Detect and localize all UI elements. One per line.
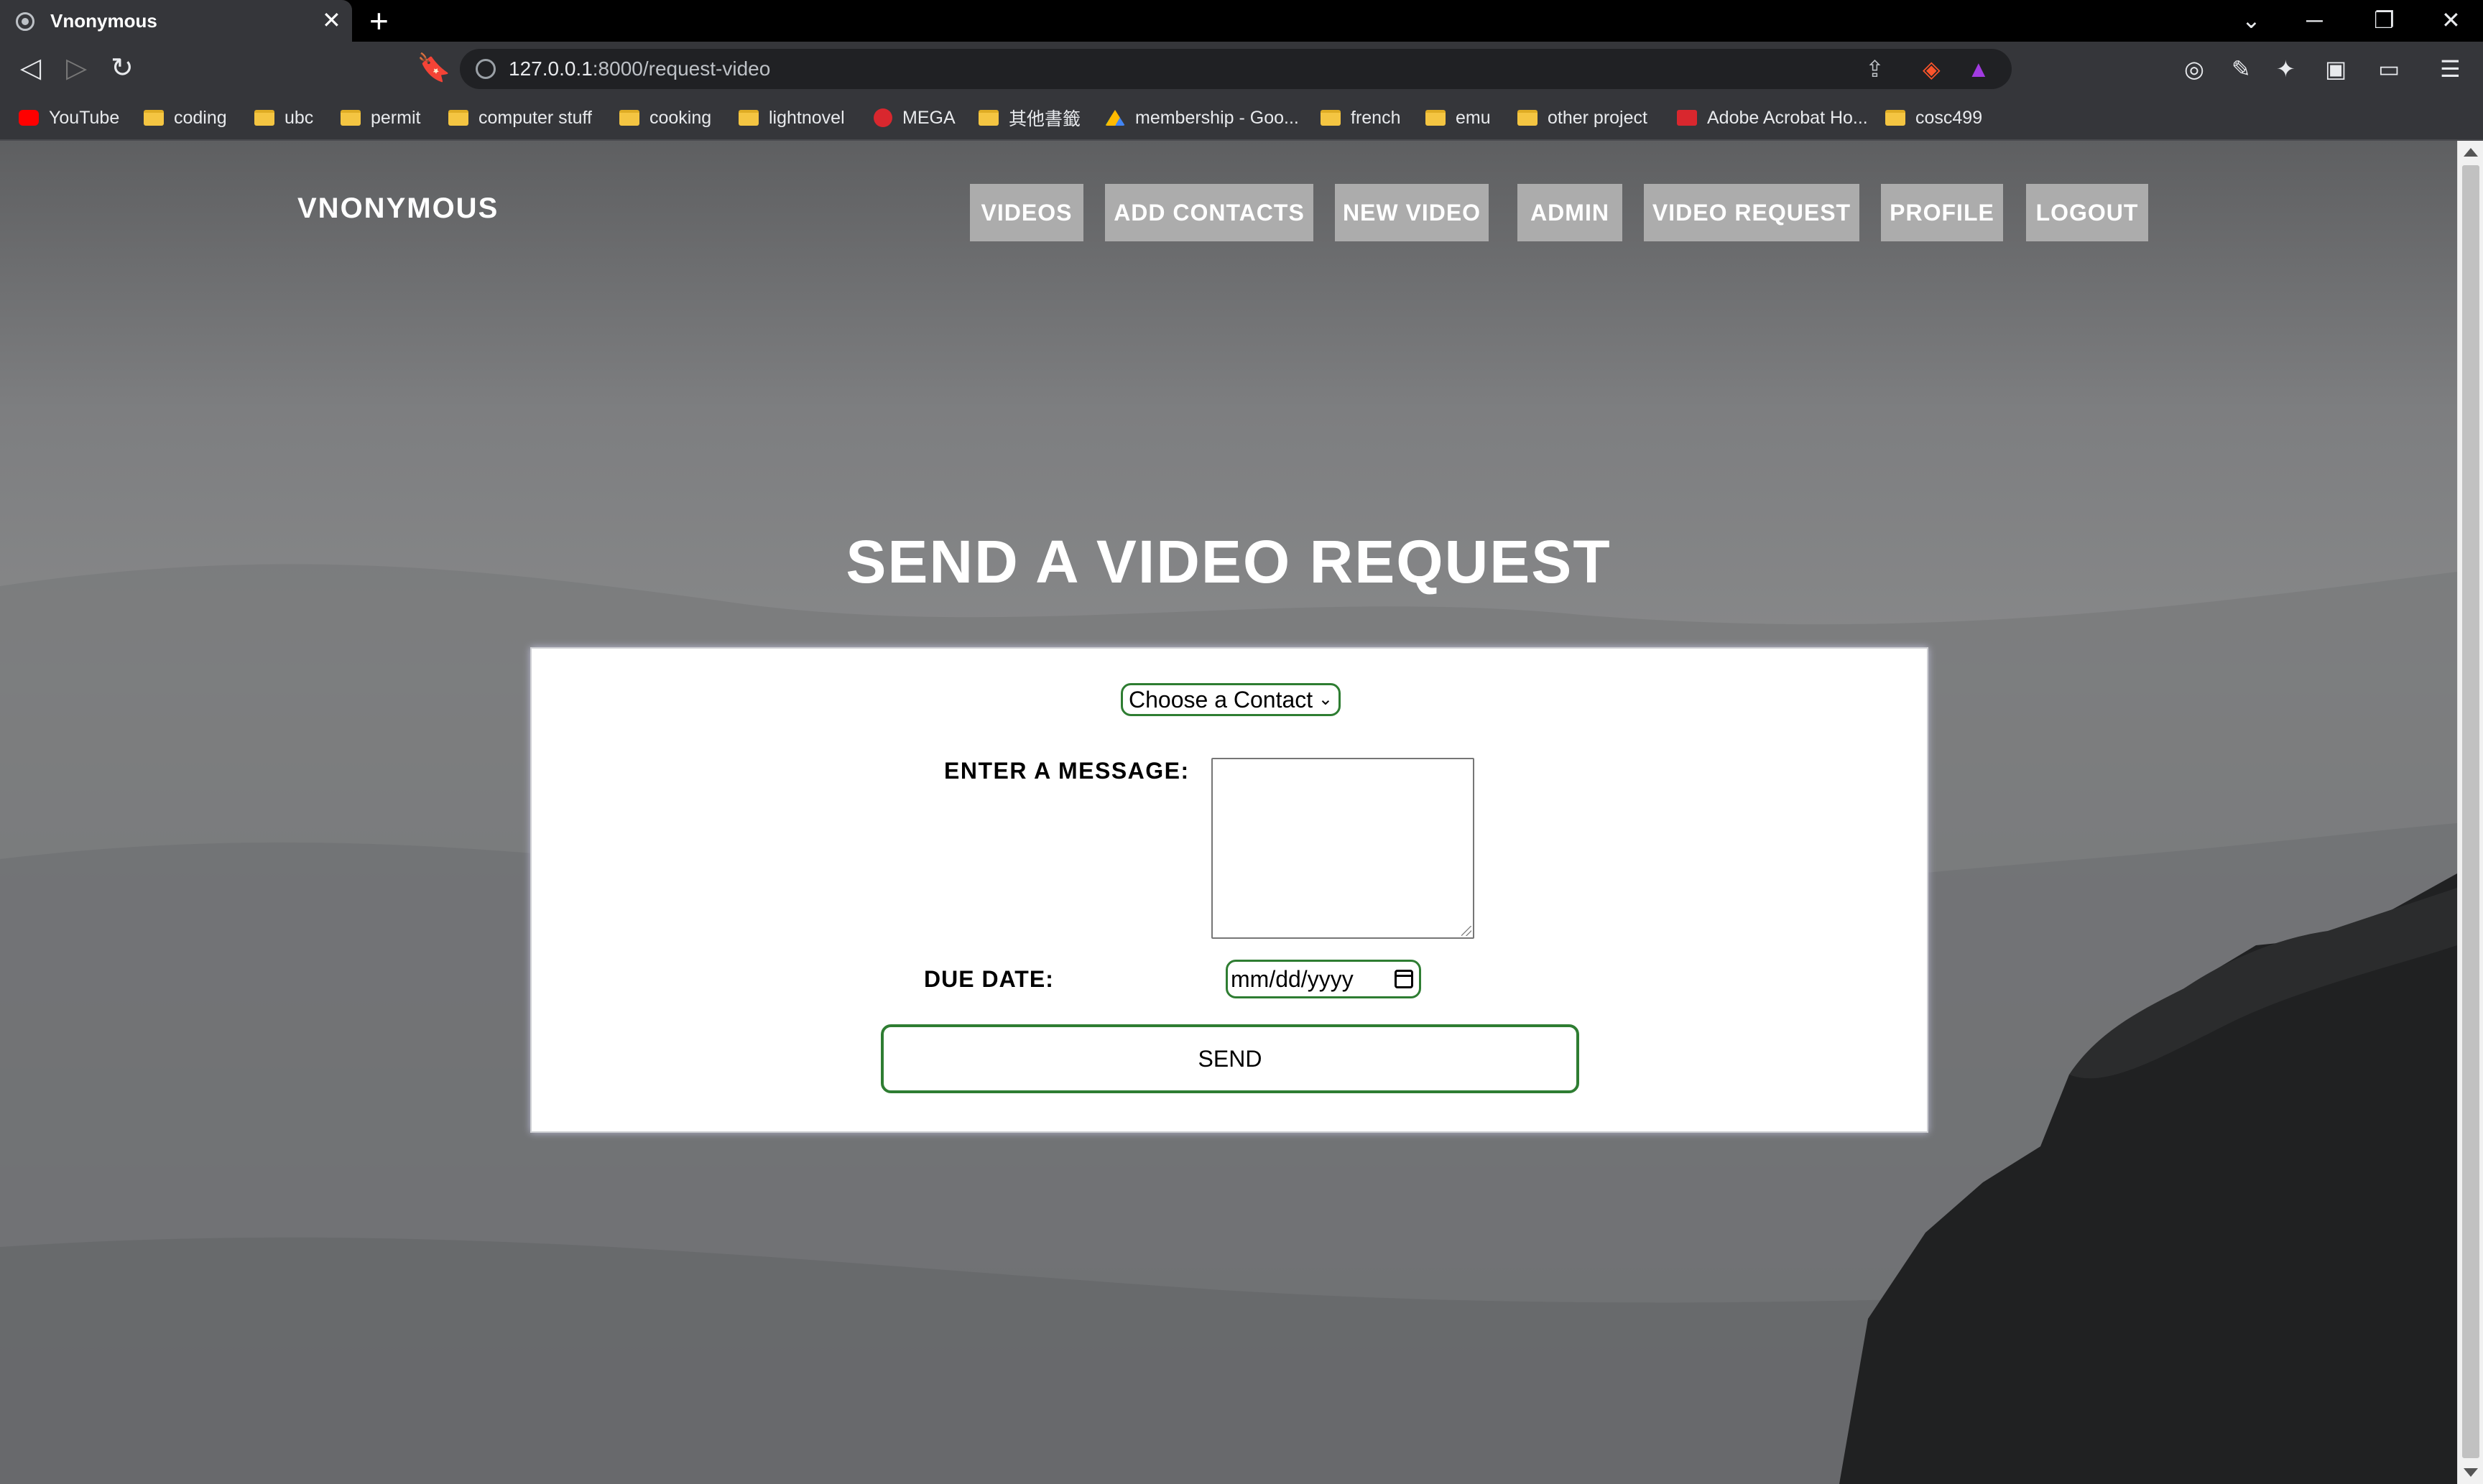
bookmark-cooking[interactable]: cooking xyxy=(619,105,711,131)
site-brand[interactable]: VNONYMOUS xyxy=(297,193,499,225)
nav-videos[interactable]: VIDEOS xyxy=(970,184,1083,241)
nav-video-request[interactable]: VIDEO REQUEST xyxy=(1644,184,1859,241)
bookmark-membership[interactable]: membership - Goo... xyxy=(1105,105,1299,131)
tab-search-icon[interactable]: ⌄ xyxy=(2242,4,2261,36)
url-text: 127.0.0.1:8000/request-video xyxy=(509,57,771,80)
message-textarea[interactable] xyxy=(1211,758,1474,939)
page-title: SEND A VIDEO REQUEST xyxy=(846,528,1612,595)
site-info-icon[interactable] xyxy=(476,59,496,79)
folder-icon xyxy=(448,110,468,126)
brave-shield-icon[interactable]: ◈ xyxy=(1923,56,1941,82)
folder-icon xyxy=(1321,110,1341,126)
forward-icon[interactable]: ▷ xyxy=(66,50,87,86)
window-close-icon[interactable]: ✕ xyxy=(2441,4,2461,36)
due-date-label: DUE DATE: xyxy=(924,966,1054,992)
bookmark-other-bookmarks[interactable]: 其他書籤 xyxy=(979,105,1081,131)
video-request-form: Choose a Contact ⌄ ENTER A MESSAGE: DUE … xyxy=(530,647,1928,1133)
resize-handle-icon[interactable] xyxy=(1461,926,1471,936)
message-label: ENTER A MESSAGE: xyxy=(944,758,1190,784)
due-date-input[interactable]: mm/dd/yyyy xyxy=(1226,960,1421,998)
extension-icon[interactable]: ✎ xyxy=(2232,53,2251,85)
bookmark-mega[interactable]: MEGA xyxy=(874,105,956,131)
folder-icon xyxy=(1517,110,1538,126)
folder-icon xyxy=(619,110,639,126)
nav-add-contacts[interactable]: ADD CONTACTS xyxy=(1105,184,1313,241)
bookmark-coding[interactable]: coding xyxy=(144,105,227,131)
sidebar-icon[interactable]: ▣ xyxy=(2325,53,2346,85)
back-icon[interactable]: ◁ xyxy=(20,50,41,86)
bookmark-cosc499[interactable]: cosc499 xyxy=(1885,105,1982,131)
brave-rewards-icon[interactable]: ▲ xyxy=(1967,56,1990,82)
bookmark-adobe-acrobat[interactable]: Adobe Acrobat Ho... xyxy=(1677,105,1868,131)
acrobat-icon xyxy=(1677,110,1697,126)
folder-icon xyxy=(739,110,759,126)
nav-admin[interactable]: ADMIN xyxy=(1517,184,1622,241)
bookmark-french[interactable]: french xyxy=(1321,105,1400,131)
scrollbar-thumb[interactable] xyxy=(2462,165,2479,1458)
tab-close-icon[interactable]: ✕ xyxy=(322,7,341,33)
wallet-icon[interactable]: ▭ xyxy=(2378,53,2400,85)
restore-icon[interactable]: ❐ xyxy=(2374,4,2395,36)
tab-title: Vnonymous xyxy=(50,10,157,32)
bookmark-computer-stuff[interactable]: computer stuff xyxy=(448,105,592,131)
bookmark-permit[interactable]: permit xyxy=(341,105,420,131)
calendar-icon[interactable] xyxy=(1395,970,1413,988)
nav-profile[interactable]: PROFILE xyxy=(1881,184,2003,241)
tab-strip: Vnonymous ✕ + ⌄ ─ ❐ ✕ xyxy=(0,0,2483,42)
share-icon[interactable]: ⇪ xyxy=(1865,56,1885,82)
bookmark-emu[interactable]: emu xyxy=(1425,105,1491,131)
bookmark-lightnovel[interactable]: lightnovel xyxy=(739,105,845,131)
reload-icon[interactable]: ↻ xyxy=(111,50,134,86)
bookmark-ubc[interactable]: ubc xyxy=(254,105,313,131)
globe-icon xyxy=(16,12,34,31)
folder-icon xyxy=(1425,110,1446,126)
menu-icon[interactable]: ☰ xyxy=(2440,53,2461,85)
minimize-icon[interactable]: ─ xyxy=(2306,4,2323,36)
chevron-down-icon: ⌄ xyxy=(1318,690,1333,709)
send-button[interactable]: SEND xyxy=(881,1024,1579,1093)
scroll-up-icon[interactable] xyxy=(2464,148,2478,157)
google-drive-icon xyxy=(1105,110,1125,126)
browser-tab[interactable]: Vnonymous ✕ xyxy=(0,0,352,42)
bookmark-youtube[interactable]: YouTube xyxy=(19,105,119,131)
mega-icon xyxy=(874,108,892,127)
page-scrollbar[interactable] xyxy=(2457,141,2483,1484)
page-viewport: VNONYMOUS VIDEOS ADD CONTACTS NEW VIDEO … xyxy=(0,141,2457,1484)
folder-icon xyxy=(341,110,361,126)
new-tab-button[interactable]: + xyxy=(369,3,389,39)
contact-select[interactable]: Choose a Contact ⌄ xyxy=(1121,683,1341,716)
bookmark-other-project[interactable]: other project xyxy=(1517,105,1647,131)
nav-new-video[interactable]: NEW VIDEO xyxy=(1335,184,1489,241)
browser-toolbar: ◁ ▷ ↻ 🔖 127.0.0.1:8000/request-video ⇪ ◈… xyxy=(0,42,2483,96)
folder-icon xyxy=(254,110,274,126)
scroll-down-icon[interactable] xyxy=(2464,1468,2478,1477)
folder-icon xyxy=(1885,110,1905,126)
nav-logout[interactable]: LOGOUT xyxy=(2026,184,2148,241)
youtube-icon xyxy=(19,110,39,126)
address-bar[interactable]: 127.0.0.1:8000/request-video ⇪ ◈ ▲ xyxy=(460,49,2012,89)
folder-icon xyxy=(144,110,164,126)
extension-icon[interactable]: ◎ xyxy=(2184,53,2204,85)
puzzle-icon[interactable]: ✦ xyxy=(2276,53,2295,85)
folder-icon xyxy=(979,110,999,126)
bookmark-icon[interactable]: 🔖 xyxy=(417,50,450,86)
bookmarks-bar: YouTube coding ubc permit computer stuff… xyxy=(0,96,2483,141)
